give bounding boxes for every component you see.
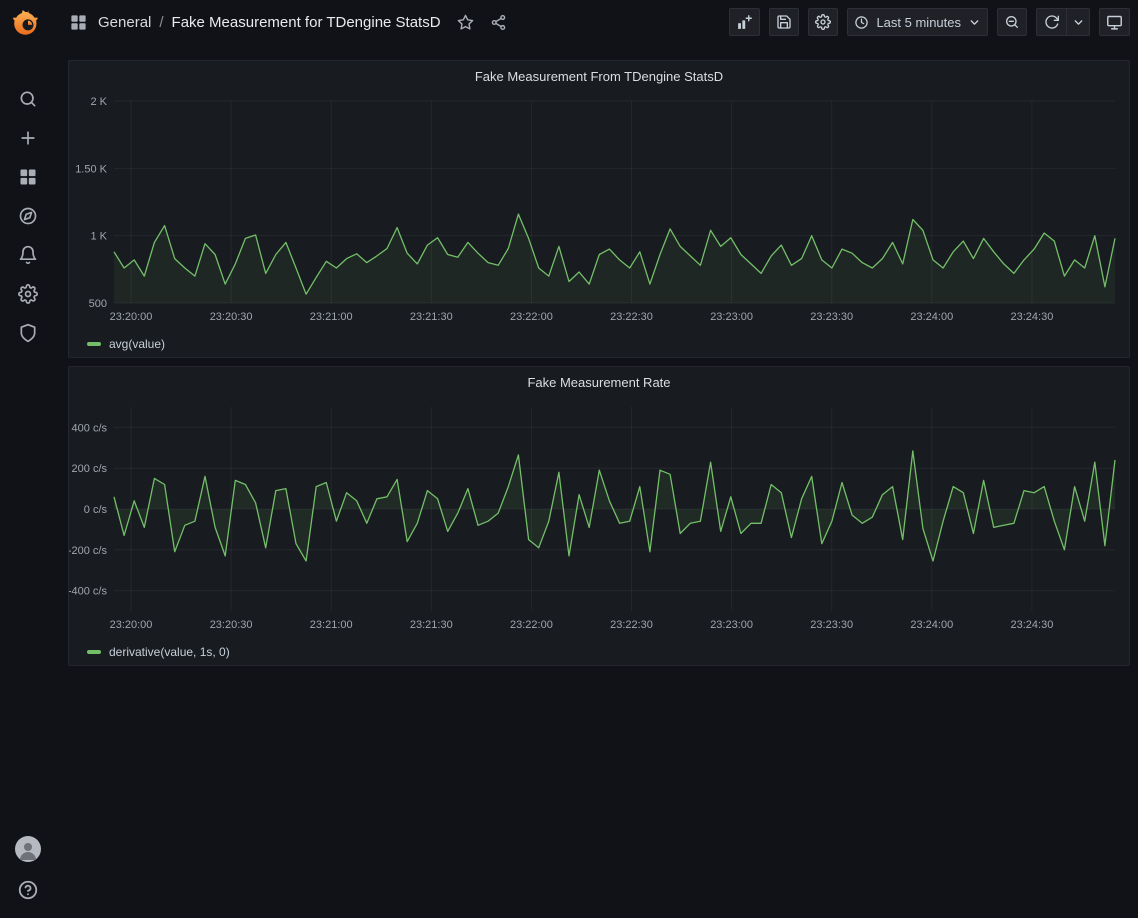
apps-grid-icon bbox=[18, 167, 38, 187]
panel-fake-measurement-rate: Fake Measurement Rate 23:20:0023:20:3023… bbox=[68, 366, 1130, 666]
save-dashboard-icon bbox=[776, 14, 792, 30]
breadcrumb: General / Fake Measurement for TDengine … bbox=[98, 14, 441, 31]
sidebar-item-dashboards[interactable] bbox=[14, 163, 42, 191]
chevron-down-icon bbox=[968, 16, 981, 29]
svg-text:23:23:30: 23:23:30 bbox=[810, 311, 853, 323]
refresh-icon bbox=[1044, 14, 1060, 30]
sidebar-item-help[interactable] bbox=[14, 876, 42, 904]
panel-title[interactable]: Fake Measurement Rate bbox=[69, 367, 1129, 397]
svg-text:23:22:00: 23:22:00 bbox=[510, 619, 553, 631]
svg-text:23:24:00: 23:24:00 bbox=[910, 311, 953, 323]
svg-text:23:24:30: 23:24:30 bbox=[1011, 619, 1054, 631]
timeseries-plot[interactable]: 23:20:00 23:20:30 23:21:00 23:21:30 23:22:00… bbox=[69, 397, 1129, 641]
grafana-logo[interactable] bbox=[12, 7, 44, 39]
shield-icon bbox=[18, 323, 38, 343]
svg-text:23:22:00: 23:22:00 bbox=[510, 311, 553, 323]
add-panel-icon bbox=[736, 14, 753, 31]
sidebar-nav bbox=[14, 85, 42, 347]
svg-text:23:24:00: 23:24:00 bbox=[910, 619, 953, 631]
kiosk-mode-button[interactable] bbox=[1099, 8, 1130, 36]
svg-text:23:23:00: 23:23:00 bbox=[710, 311, 753, 323]
svg-text:1 K: 1 K bbox=[90, 231, 107, 243]
dashboard-settings-button[interactable] bbox=[808, 8, 838, 36]
navbar-left: General / Fake Measurement for TDengine … bbox=[69, 13, 507, 32]
svg-text:500: 500 bbox=[89, 298, 107, 310]
zoom-out-time-button[interactable] bbox=[997, 8, 1027, 36]
dashboard-navbar: General / Fake Measurement for TDengine … bbox=[55, 0, 1138, 44]
panel-fake-measurement: Fake Measurement From TDengine StatsD 23… bbox=[68, 60, 1130, 358]
chevron-down-icon bbox=[1072, 16, 1085, 29]
svg-text:23:23:30: 23:23:30 bbox=[810, 619, 853, 631]
svg-text:23:22:30: 23:22:30 bbox=[610, 311, 653, 323]
breadcrumb-folder[interactable]: General bbox=[98, 14, 151, 31]
panel-legend: derivative(value, 1s, 0) bbox=[69, 641, 1129, 663]
svg-text:23:21:30: 23:21:30 bbox=[410, 619, 453, 631]
sidebar-item-explore[interactable] bbox=[14, 202, 42, 230]
dashboard-settings-gear-icon bbox=[815, 14, 831, 30]
sidebar-item-search[interactable] bbox=[14, 85, 42, 113]
svg-text:23:21:00: 23:21:00 bbox=[310, 311, 353, 323]
svg-text:-200 c/s: -200 c/s bbox=[69, 545, 107, 557]
clock-icon bbox=[854, 15, 869, 30]
star-dashboard-button[interactable] bbox=[457, 14, 474, 31]
svg-text:-400 c/s: -400 c/s bbox=[69, 586, 107, 598]
svg-text:23:24:30: 23:24:30 bbox=[1011, 311, 1054, 323]
svg-text:23:20:00: 23:20:00 bbox=[110, 619, 153, 631]
compass-icon bbox=[18, 206, 38, 226]
sidebar-item-server-admin[interactable] bbox=[14, 319, 42, 347]
svg-text:23:20:30: 23:20:30 bbox=[210, 619, 253, 631]
share-icon bbox=[490, 14, 507, 31]
breadcrumb-separator: / bbox=[159, 14, 163, 31]
svg-text:2 K: 2 K bbox=[90, 96, 107, 108]
add-panel-button[interactable] bbox=[729, 8, 760, 36]
svg-text:0 c/s: 0 c/s bbox=[84, 504, 108, 516]
refresh-interval-dropdown[interactable] bbox=[1066, 8, 1090, 36]
grafana-app: General / Fake Measurement for TDengine … bbox=[0, 0, 1138, 918]
svg-text:200 c/s: 200 c/s bbox=[72, 463, 108, 475]
gear-icon bbox=[18, 284, 38, 304]
main-area: General / Fake Measurement for TDengine … bbox=[55, 0, 1138, 918]
svg-text:400 c/s: 400 c/s bbox=[72, 422, 108, 434]
bell-icon bbox=[18, 245, 38, 265]
refresh-dashboard-button[interactable] bbox=[1036, 8, 1066, 36]
zoom-out-icon bbox=[1004, 14, 1020, 30]
sidebar bbox=[0, 0, 55, 918]
svg-text:23:23:00: 23:23:00 bbox=[710, 619, 753, 631]
legend-series-swatch[interactable] bbox=[87, 342, 101, 346]
panel-title[interactable]: Fake Measurement From TDengine StatsD bbox=[69, 61, 1129, 91]
svg-text:23:21:30: 23:21:30 bbox=[410, 311, 453, 323]
question-circle-icon bbox=[17, 879, 39, 901]
dashboards-breadcrumb-icon[interactable] bbox=[69, 13, 88, 32]
search-icon bbox=[18, 89, 38, 109]
legend-series-label[interactable]: avg(value) bbox=[109, 337, 165, 351]
svg-text:1.50 K: 1.50 K bbox=[75, 163, 107, 175]
svg-text:23:20:00: 23:20:00 bbox=[110, 311, 153, 323]
panel-legend: avg(value) bbox=[69, 333, 1129, 355]
timeseries-plot[interactable]: 23:20:00 23:20:30 23:21:00 23:21:30 23:22:00… bbox=[69, 91, 1129, 333]
sidebar-item-alerting[interactable] bbox=[14, 241, 42, 269]
avatar-icon bbox=[16, 838, 40, 862]
apps-grid-icon bbox=[69, 13, 88, 32]
grafana-flame-icon bbox=[12, 7, 44, 39]
sidebar-item-create[interactable] bbox=[14, 124, 42, 152]
sidebar-item-configuration[interactable] bbox=[14, 280, 42, 308]
svg-text:23:21:00: 23:21:00 bbox=[310, 619, 353, 631]
user-avatar[interactable] bbox=[15, 836, 41, 862]
legend-series-label[interactable]: derivative(value, 1s, 0) bbox=[109, 645, 230, 659]
svg-text:23:22:30: 23:22:30 bbox=[610, 619, 653, 631]
star-icon bbox=[457, 14, 474, 31]
time-range-label: Last 5 minutes bbox=[876, 15, 961, 30]
dashboard-title[interactable]: Fake Measurement for TDengine StatsD bbox=[172, 14, 441, 31]
save-dashboard-button[interactable] bbox=[769, 8, 799, 36]
share-dashboard-button[interactable] bbox=[490, 14, 507, 31]
navbar-toolbar: Last 5 minutes bbox=[729, 8, 1130, 36]
monitor-icon bbox=[1106, 14, 1123, 31]
time-range-picker[interactable]: Last 5 minutes bbox=[847, 8, 988, 36]
legend-series-swatch[interactable] bbox=[87, 650, 101, 654]
refresh-button-group bbox=[1036, 8, 1090, 36]
plus-icon bbox=[18, 128, 38, 148]
svg-text:23:20:30: 23:20:30 bbox=[210, 311, 253, 323]
dashboard-grid: Fake Measurement From TDengine StatsD 23… bbox=[55, 44, 1138, 918]
